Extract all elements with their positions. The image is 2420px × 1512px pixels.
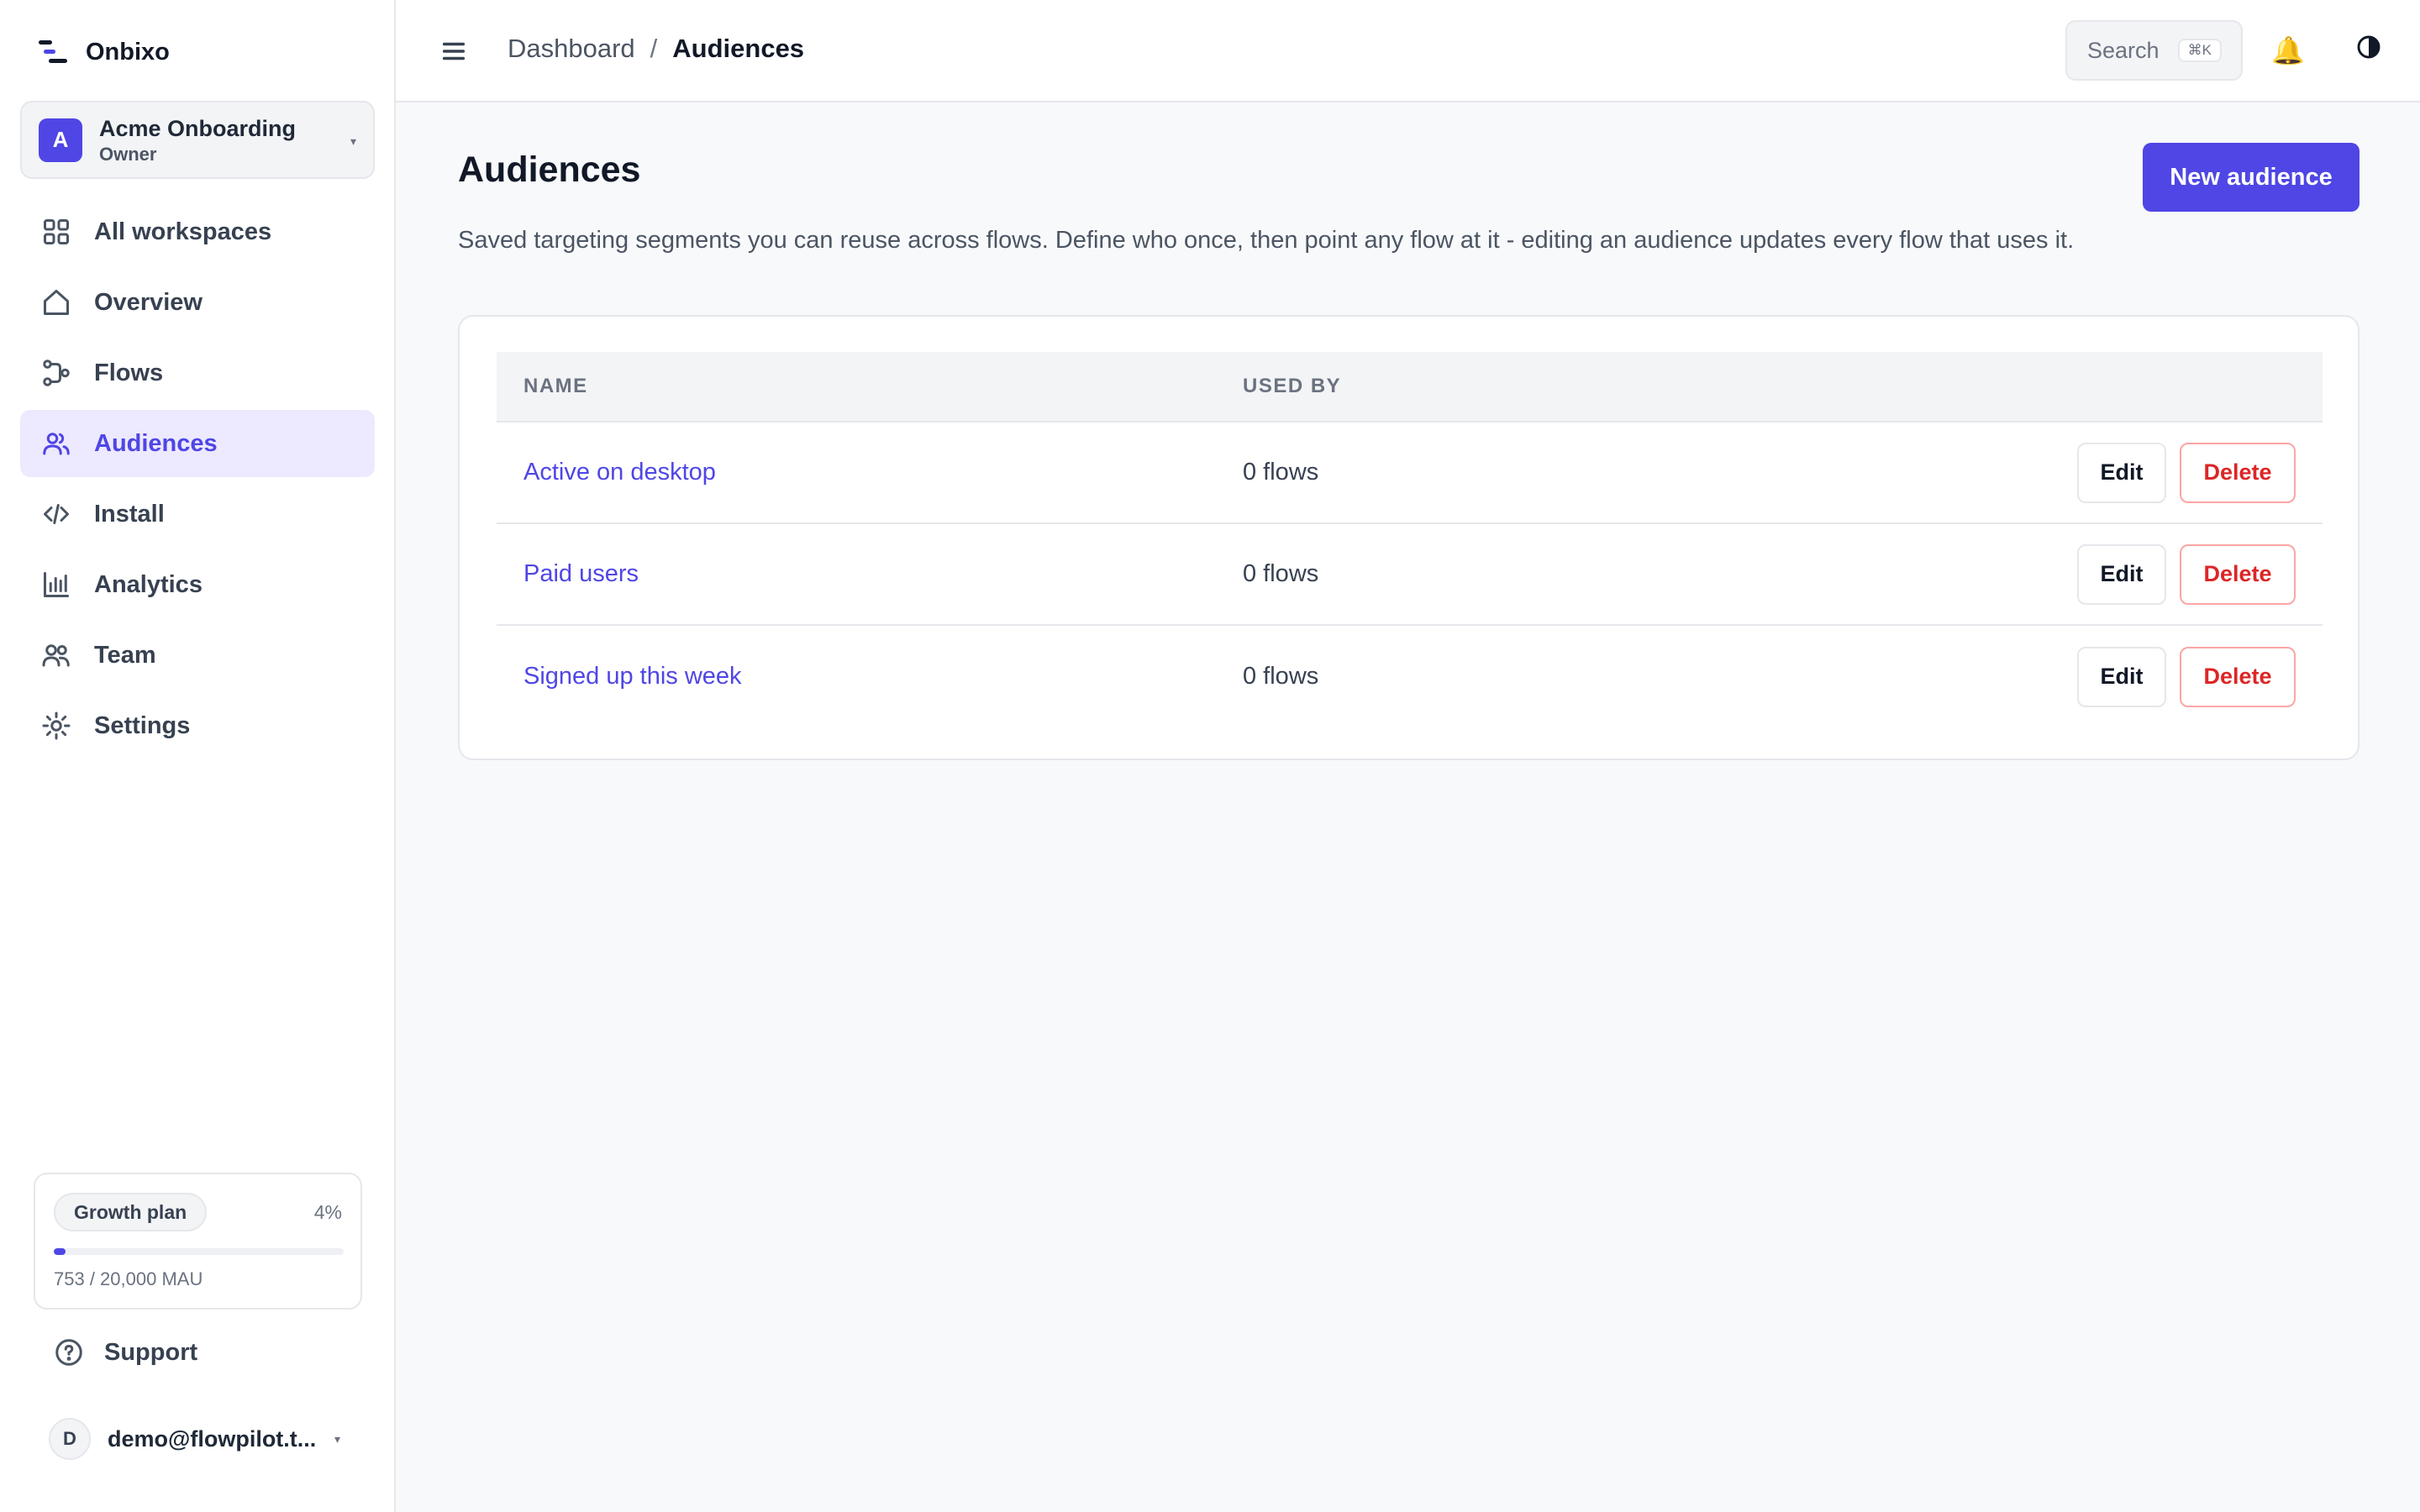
code-icon bbox=[40, 498, 72, 530]
home-icon bbox=[40, 286, 72, 318]
sidebar-item-analytics[interactable]: Analytics bbox=[20, 551, 375, 618]
plan-usage-text: 753 / 20,000 MAU bbox=[54, 1268, 203, 1289]
user-email: demo@flowpilot.t... bbox=[108, 1425, 317, 1452]
bar-chart-icon bbox=[40, 569, 72, 601]
sidebar-item-label: Overview bbox=[94, 288, 203, 316]
workspace-role: Owner bbox=[99, 143, 157, 165]
new-audience-button[interactable]: New audience bbox=[2143, 143, 2360, 212]
workspace-avatar: A bbox=[39, 118, 82, 162]
audience-name-link[interactable]: Signed up this week bbox=[523, 663, 742, 690]
sidebar-item-all-workspaces[interactable]: All workspaces bbox=[20, 198, 375, 265]
audience-used-by: 0 flows bbox=[1243, 663, 1319, 690]
grid-icon bbox=[40, 216, 72, 248]
sidebar: Onbixo A Acme Onboarding Owner ▾ All wor… bbox=[0, 0, 396, 1512]
sidebar-item-label: All workspaces bbox=[94, 218, 272, 245]
search-shortcut: ⌘K bbox=[2177, 39, 2222, 62]
plan-percent: 4% bbox=[313, 1201, 342, 1223]
sidebar-item-label: Install bbox=[94, 500, 165, 528]
table-row: Active on desktop 0 flows Edit Delete bbox=[497, 423, 2323, 524]
theme-toggle-icon[interactable] bbox=[2355, 34, 2382, 60]
audience-used-by: 0 flows bbox=[1243, 560, 1319, 587]
table-row: Signed up this week 0 flows Edit Delete bbox=[497, 626, 2323, 727]
page-description: Saved targeting segments you can reuse a… bbox=[458, 227, 2075, 254]
sidebar-item-flows[interactable]: Flows bbox=[20, 339, 375, 407]
column-header-name: NAME bbox=[523, 375, 588, 397]
menu-toggle-button[interactable] bbox=[439, 37, 468, 66]
table-header: NAME USED BY bbox=[497, 352, 2323, 423]
brand-name: Onbixo bbox=[86, 38, 170, 66]
sidebar-nav: All workspaces Overview Flows Audiences … bbox=[20, 198, 375, 763]
avatar: D bbox=[49, 1418, 91, 1460]
sidebar-item-label: Audiences bbox=[94, 429, 218, 457]
sidebar-item-label: Analytics bbox=[94, 570, 203, 598]
breadcrumb-current: Audiences bbox=[672, 34, 805, 63]
plan-progress-fill bbox=[54, 1248, 66, 1255]
audience-name-link[interactable]: Paid users bbox=[523, 560, 639, 588]
delete-button[interactable]: Delete bbox=[2180, 646, 2296, 707]
brand-logo-icon bbox=[39, 40, 67, 63]
breadcrumb-dashboard-link[interactable]: Dashboard bbox=[508, 34, 635, 64]
edit-button[interactable]: Edit bbox=[2077, 442, 2166, 503]
help-circle-icon bbox=[55, 1339, 82, 1366]
edit-button[interactable]: Edit bbox=[2077, 543, 2166, 605]
sidebar-item-label: Settings bbox=[94, 711, 191, 739]
search-button[interactable]: Search ⌘K bbox=[2065, 20, 2243, 81]
users-icon bbox=[40, 428, 72, 459]
delete-button[interactable]: Delete bbox=[2180, 543, 2296, 605]
brand[interactable]: Onbixo bbox=[37, 37, 170, 67]
chevron-down-icon: ▾ bbox=[334, 1431, 341, 1446]
chevron-down-icon: ▾ bbox=[350, 134, 356, 148]
breadcrumb: Dashboard / Audiences bbox=[508, 34, 804, 64]
sidebar-item-label: Team bbox=[94, 641, 156, 669]
column-header-used-by: USED BY bbox=[1243, 375, 1342, 397]
sidebar-item-audiences[interactable]: Audiences bbox=[20, 410, 375, 477]
workspace-switcher[interactable]: A Acme Onboarding Owner ▾ bbox=[20, 101, 375, 179]
team-icon bbox=[40, 639, 72, 671]
audience-name-link[interactable]: Active on desktop bbox=[523, 459, 716, 486]
edit-button[interactable]: Edit bbox=[2077, 646, 2166, 707]
audiences-card: NAME USED BY Active on desktop 0 flows E… bbox=[458, 315, 2360, 760]
sidebar-item-install[interactable]: Install bbox=[20, 480, 375, 548]
user-menu[interactable]: D demo@flowpilot.t... ▾ bbox=[49, 1418, 340, 1460]
workspace-name: Acme Onboarding bbox=[99, 115, 297, 141]
topbar: Dashboard / Audiences Search ⌘K 🔔 bbox=[396, 0, 2420, 102]
hamburger-icon bbox=[442, 42, 466, 60]
search-label: Search bbox=[2087, 37, 2160, 63]
audience-used-by: 0 flows bbox=[1243, 459, 1319, 486]
gear-icon bbox=[40, 710, 72, 742]
sidebar-item-overview[interactable]: Overview bbox=[20, 269, 375, 336]
audiences-table: NAME USED BY Active on desktop 0 flows E… bbox=[497, 352, 2323, 727]
sidebar-item-label: Flows bbox=[94, 359, 164, 386]
bell-icon[interactable]: 🔔 bbox=[2271, 34, 2305, 67]
breadcrumb-separator: / bbox=[650, 34, 658, 63]
delete-button[interactable]: Delete bbox=[2180, 442, 2296, 503]
support-link[interactable]: Support bbox=[54, 1337, 197, 1368]
page-title: Audiences bbox=[458, 150, 641, 190]
table-row: Paid users 0 flows Edit Delete bbox=[497, 524, 2323, 626]
sidebar-item-settings[interactable]: Settings bbox=[20, 692, 375, 759]
plan-badge: Growth plan bbox=[54, 1193, 208, 1231]
support-label: Support bbox=[104, 1338, 198, 1366]
flow-icon bbox=[40, 357, 72, 389]
plan-usage-card[interactable]: Growth plan 4% 753 / 20,000 MAU bbox=[34, 1173, 362, 1310]
sidebar-item-team[interactable]: Team bbox=[20, 622, 375, 689]
plan-progress-bar bbox=[54, 1248, 344, 1255]
